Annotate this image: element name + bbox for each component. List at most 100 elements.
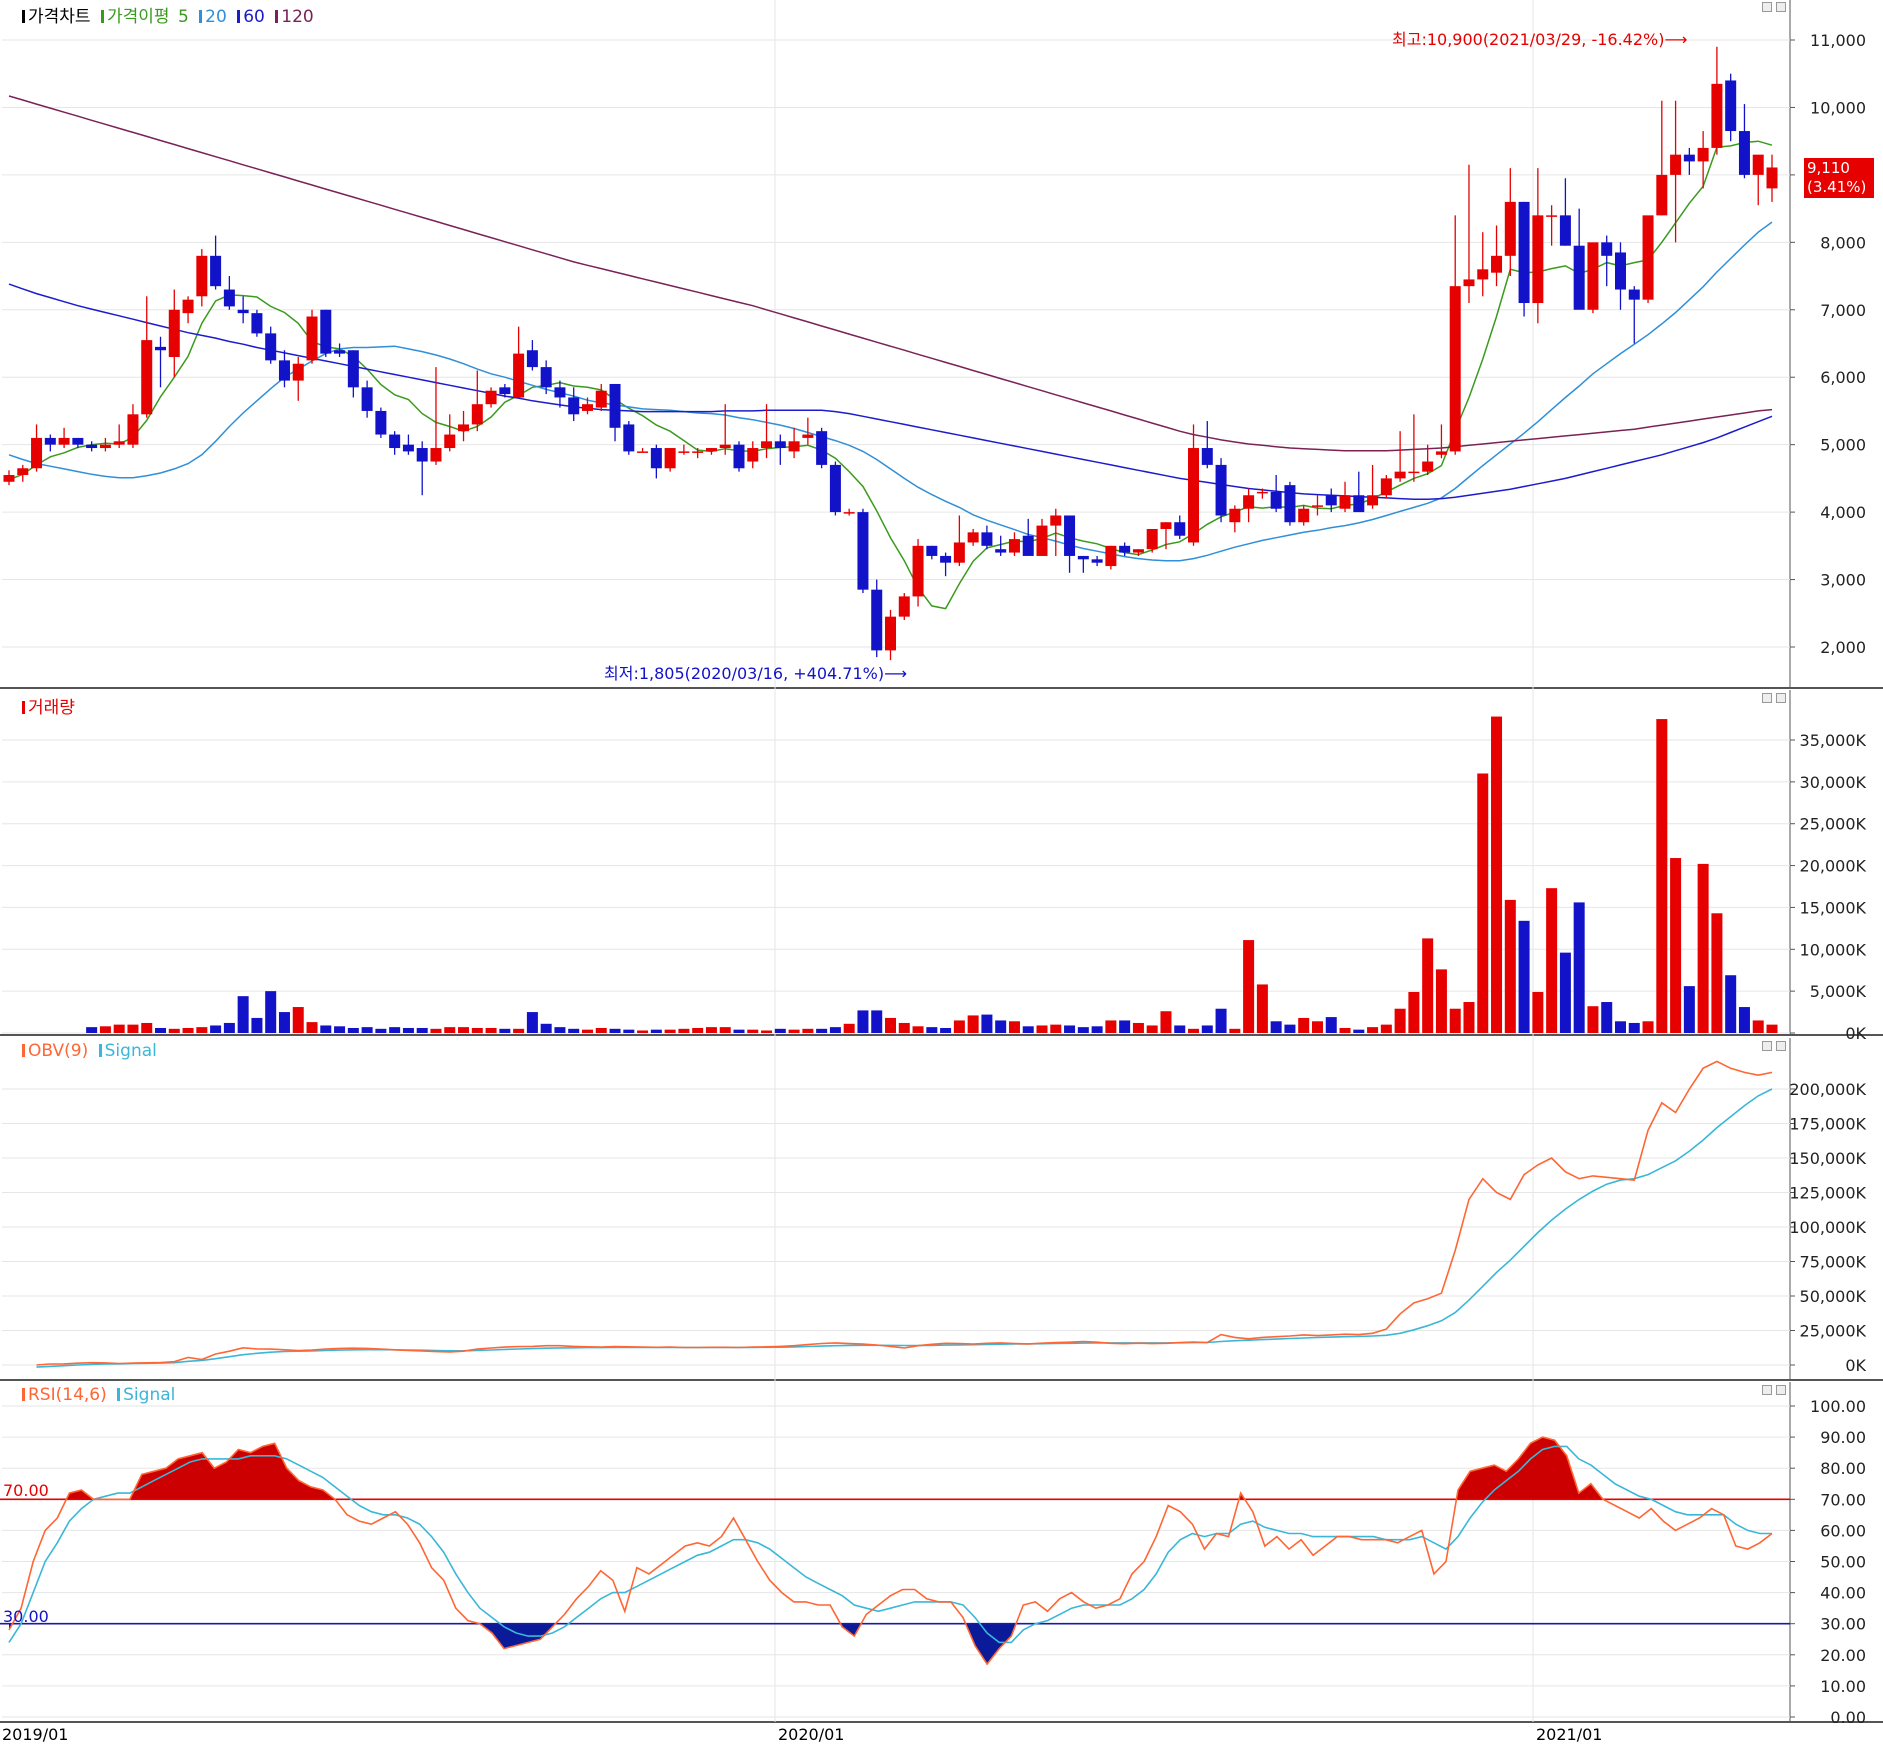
volume-bar [471,1027,483,1033]
volume-panel-minimize-button[interactable] [1762,693,1772,703]
volume-bar [499,1028,511,1033]
candle-body [1380,478,1392,496]
candle-body [1022,535,1034,556]
volume-bar [912,1026,924,1033]
volume-bar [678,1028,690,1033]
volume-bar [113,1024,125,1033]
volume-bar [485,1027,497,1033]
volume-bar [196,1027,208,1033]
ma20-label: 20 [205,7,227,27]
rsi-panel-close-button[interactable] [1776,1385,1786,1395]
candle-body [1188,448,1200,543]
axis-tick-label: 5,000 [1820,436,1866,455]
x-label-2019: 2019/01 [2,1725,69,1744]
volume-bar [1270,1021,1282,1033]
candle-body [843,512,855,514]
candle-body [1601,242,1613,256]
candle-body [953,542,965,563]
volume-bar [223,1022,235,1033]
volume-bar [1491,716,1503,1033]
candle-body [1077,555,1089,560]
volume-bar [513,1028,525,1033]
volume-bar [182,1027,194,1033]
candle-body [3,475,15,482]
axis-tick-label: 150,000K [1789,1149,1866,1168]
candle-body [1270,491,1282,509]
candle-body [141,340,153,415]
candle-body [747,448,759,462]
axis-tick-label: 75,000K [1800,1253,1867,1272]
volume-bar [1573,902,1585,1033]
volume-bar [416,1027,428,1033]
candle-body [940,555,952,563]
candle-body [334,350,346,354]
axis-tick-label: 3,000 [1820,571,1866,590]
candle-body [1284,485,1296,523]
candle-body [609,383,621,428]
volume-bar [871,1010,883,1033]
obv-signal-label: Signal [104,1041,157,1061]
volume-bar [1518,920,1530,1033]
axis-tick-label: 0K [1845,1356,1866,1375]
volume-panel-close-button[interactable] [1776,693,1786,703]
candle-body [1339,495,1351,509]
candle-body [788,441,800,452]
volume-bar [568,1028,580,1033]
rsi-panel-minimize-button[interactable] [1762,1385,1772,1395]
rsi-label: RSI(14,6) [28,1385,107,1405]
volume-bar [1614,1021,1626,1033]
candle-body [1243,495,1255,509]
volume-bar [1394,1008,1406,1033]
candle-body [127,414,139,445]
volume-bar [155,1027,167,1033]
candle-body [912,545,924,597]
volume-bar [898,1022,910,1033]
volume-bar [1683,986,1695,1033]
axis-tick-label: 10,000 [1810,98,1866,117]
obv-panel-close-button[interactable] [1776,1041,1786,1051]
volume-bar [981,1014,993,1033]
volume-bar [1711,913,1723,1033]
volume-bar [86,1027,98,1033]
candle-body [664,448,676,469]
candle-body [1105,545,1117,567]
candle-body [1119,545,1131,553]
volume-bar [1229,1028,1241,1033]
axis-tick-label: 80.00 [1820,1459,1866,1478]
candle-body [1711,83,1723,148]
volume-bar [1036,1025,1048,1033]
volume-bar [1380,1024,1392,1033]
candle-body [1752,154,1764,175]
volume-bar [1752,1020,1764,1033]
volume-bar [430,1028,442,1033]
volume-bar [1339,1027,1351,1033]
price-panel-close-button[interactable] [1776,2,1786,12]
volume-bar [1601,1002,1613,1033]
axis-tick-label: 7,000 [1820,301,1866,320]
volume-bar [857,1010,869,1033]
candle-body [210,255,222,287]
volume-bar [761,1030,773,1033]
ma60-label: 60 [243,7,265,27]
candle-body [816,431,828,465]
obv-panel-minimize-button[interactable] [1762,1041,1772,1051]
axis-tick-label: 0K [1845,1024,1866,1043]
volume-bar [1188,1028,1200,1033]
volume-bar [1656,719,1668,1033]
axis-tick-label: 11,000 [1810,31,1866,50]
candle-body [444,434,456,449]
candle-body [1546,215,1558,217]
axis-tick-label: 0.00 [1830,1708,1866,1727]
candle-body [237,309,249,314]
volume-bar [99,1026,111,1033]
candle-body [1256,491,1268,494]
price-panel-minimize-button[interactable] [1762,2,1772,12]
candle-body [829,464,841,513]
volume-bar [733,1029,745,1033]
volume-bar [306,1022,318,1033]
candle-body [113,441,125,445]
candle-body [774,441,786,449]
volume-bar [1256,984,1268,1033]
candle-body [1628,289,1640,300]
axis-tick-label: 35,000K [1800,731,1867,750]
